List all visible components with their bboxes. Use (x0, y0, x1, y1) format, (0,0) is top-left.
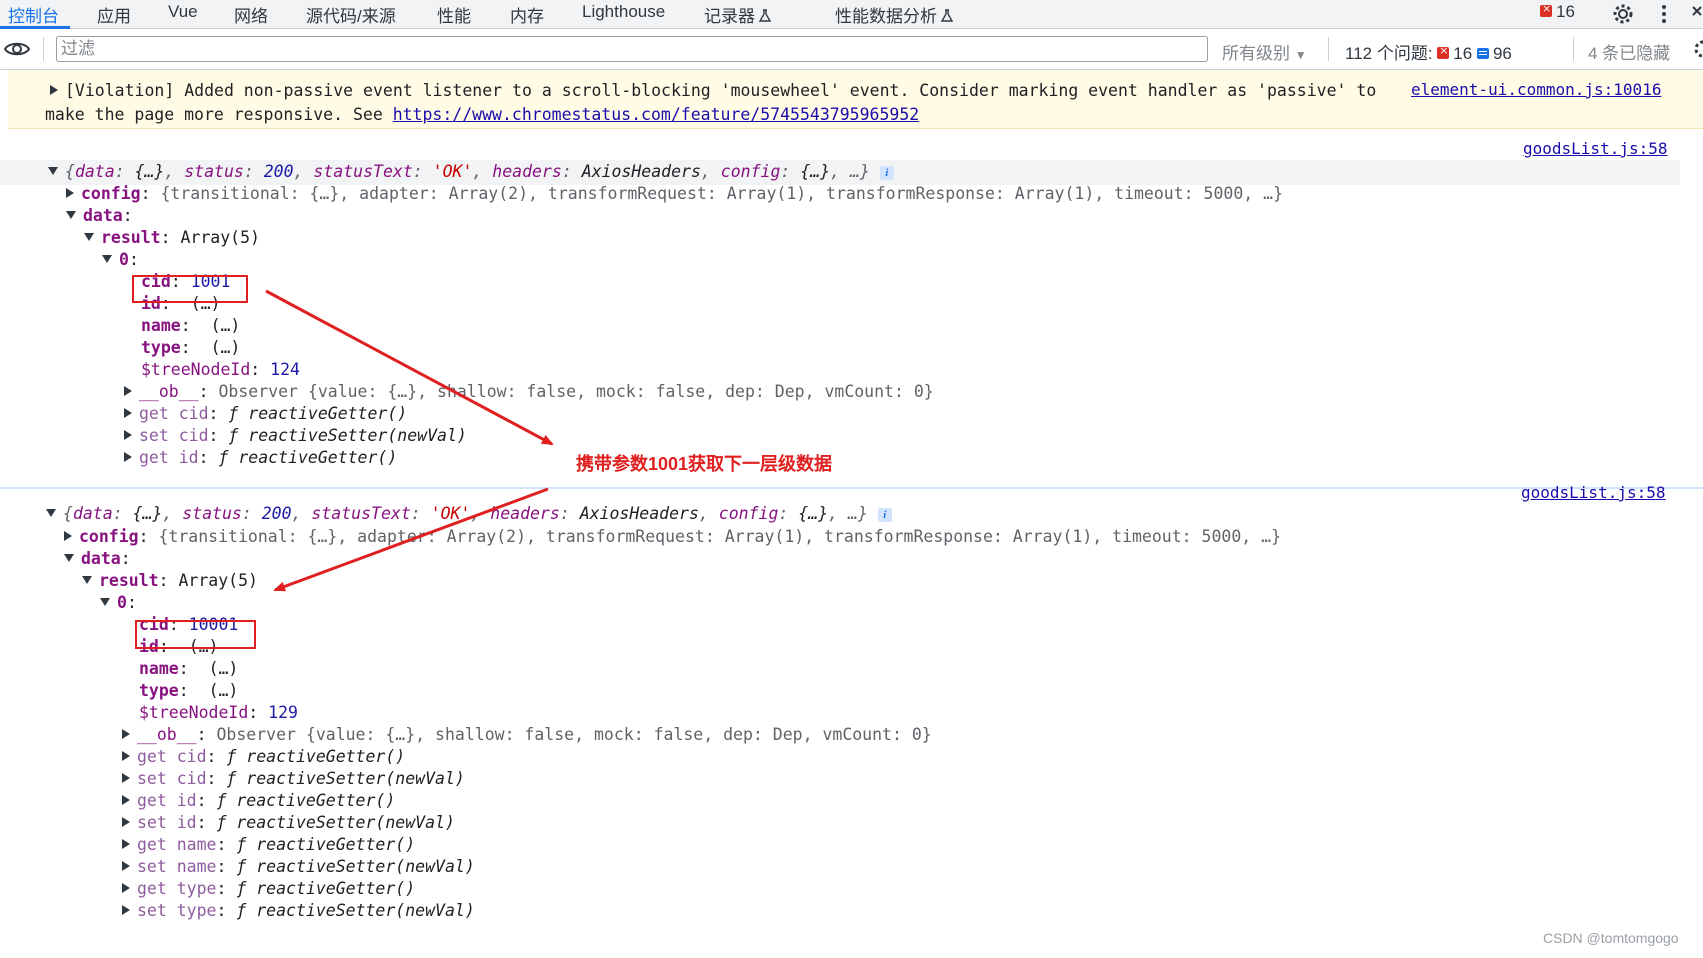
arrow-down (265, 289, 554, 446)
annotation-arrows (265, 289, 554, 592)
watermark: CSDN @tomtomgogo (1543, 930, 1679, 946)
arrow-back (273, 487, 549, 592)
annotation-text: 携带参数1001获取下一层级数据 (576, 454, 833, 474)
